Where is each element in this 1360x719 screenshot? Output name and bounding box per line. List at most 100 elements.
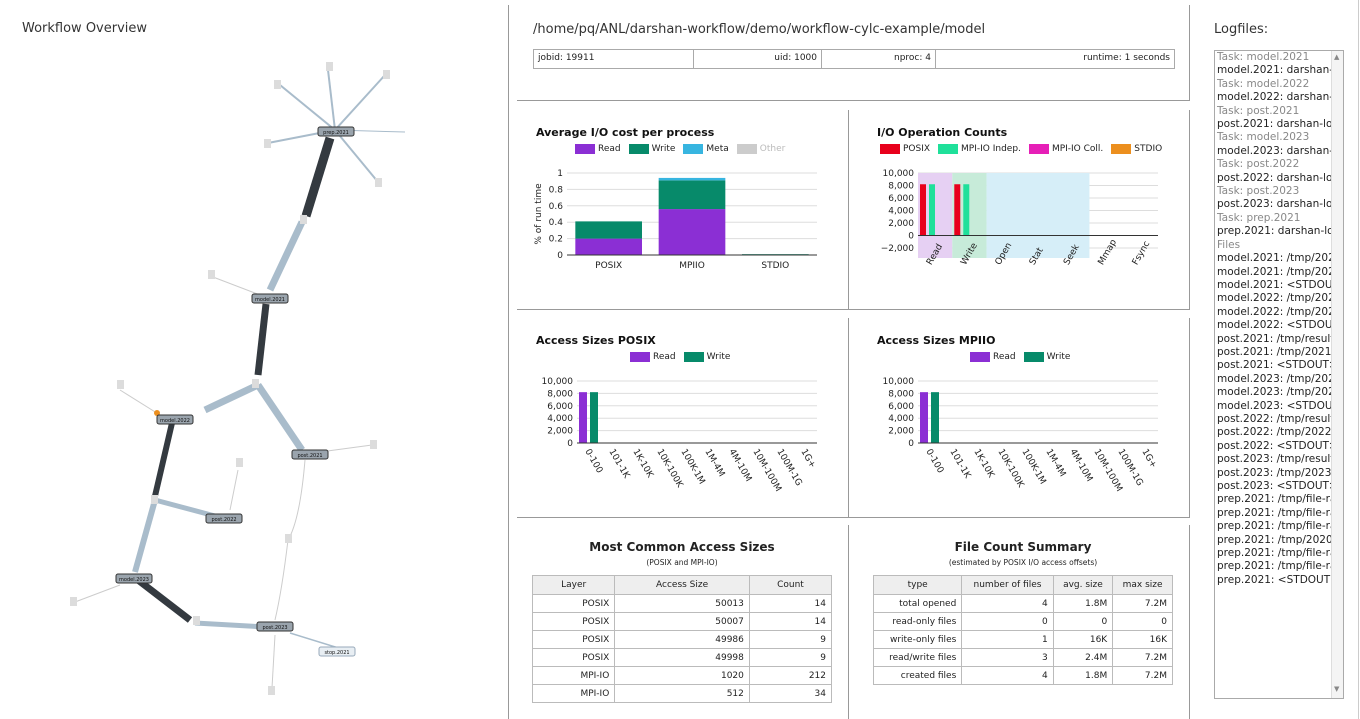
x-tick-label: STDIO <box>761 261 789 271</box>
legend-posix[interactable]: POSIX <box>880 144 930 154</box>
write-swatch <box>683 352 704 362</box>
common-sizes-subtitle: (POSIX and MPI-IO) <box>646 558 718 567</box>
table-row: read-only files 0 0 0 <box>872 612 1173 631</box>
logfile-option[interactable]: model.2022: /tmp/2022.ch <box>1215 292 1332 305</box>
workflow-graph[interactable]: prep.2021 model.2021 model.2022 post.2021 po… <box>0 40 500 715</box>
y-tick-label: 2,000 <box>888 427 914 437</box>
table-cell: 50007 <box>614 612 750 631</box>
legend-mpiio-write[interactable]: Write <box>1023 352 1070 362</box>
file-count-header: type <box>872 575 963 595</box>
logfile-option[interactable]: post.2023: <STDOUT> <box>1215 480 1332 493</box>
logfile-option[interactable]: post.2022: /tmp/2022.chec <box>1215 426 1332 439</box>
logfile-option[interactable]: prep.2021: /tmp/file-raw3 <box>1215 507 1332 520</box>
logfile-option[interactable]: post.2023: /tmp/2023.chec <box>1215 467 1332 480</box>
table-cell: read/write files <box>872 648 963 667</box>
logfile-option[interactable]: post.2021: /tmp/result.pos <box>1215 333 1332 346</box>
io-cost-legend: Read Write Meta Other <box>575 144 785 154</box>
common-sizes-title: Most Common Access Sizes <box>589 540 775 554</box>
legend-posix-read[interactable]: Read <box>630 352 676 362</box>
file-count-header: avg. size <box>1052 575 1114 595</box>
logfiles-scrollbar[interactable]: ▲ ▼ <box>1331 51 1343 698</box>
legend-read[interactable]: Read <box>575 144 621 154</box>
bar-write <box>658 180 726 210</box>
y-tick-label: 0 <box>908 439 914 449</box>
legend-other[interactable]: Other <box>736 144 786 154</box>
logfile-option[interactable]: prep.2021: /tmp/file-raw4 <box>1215 560 1332 573</box>
logfile-option[interactable]: model.2022: <STDOUT> <box>1215 319 1332 332</box>
logfile-group-header: Task: model.2022 <box>1217 77 1310 90</box>
legend-other-label: Other <box>759 144 786 154</box>
x-tick-label: 4M-10M <box>726 448 753 484</box>
logfile-option[interactable]: prep.2021: /tmp/file-raw5 <box>1215 520 1332 533</box>
y-tick-label: 4,000 <box>547 414 573 424</box>
logfile-option[interactable]: post.2021: /tmp/2021.chec <box>1215 346 1332 359</box>
op-counts-legend: POSIX MPI-IO Indep. MPI-IO Coll. STDIO <box>880 144 1162 154</box>
table-cell: POSIX <box>531 648 616 667</box>
legend-mpiio-read[interactable]: Read <box>970 352 1016 362</box>
table-cell: 1.8M <box>1052 666 1114 685</box>
logfile-option[interactable]: model.2023: <STDOUT> <box>1215 400 1332 413</box>
divider-center-2 <box>848 318 849 518</box>
logfile-option[interactable]: prep.2021: darshan-logs <box>1215 225 1332 238</box>
x-tick-label: Mmap <box>1097 238 1120 267</box>
write-swatch <box>628 144 649 154</box>
table-row: POSIX 49998 9 <box>531 648 833 667</box>
table-cell: 49998 <box>614 648 750 667</box>
logfile-option[interactable]: post.2023: /tmp/result.pos <box>1215 453 1332 466</box>
y-tick-label: 2,000 <box>547 427 573 437</box>
y-tick-label: 0 <box>567 439 573 449</box>
jobid-cell: jobid: 19911 <box>534 50 694 68</box>
posix-sizes-title: Access Sizes POSIX <box>536 334 656 347</box>
y-tick-label: 8,000 <box>888 182 914 192</box>
logfile-option[interactable]: post.2022: /tmp/result.pos <box>1215 413 1332 426</box>
legend-mpiio-indep[interactable]: MPI-IO Indep. <box>938 144 1021 154</box>
table-row: read/write files 3 2.4M 7.2M <box>872 648 1173 667</box>
logfile-option[interactable]: post.2022: darshan-logs <box>1215 172 1332 185</box>
logfile-option[interactable]: prep.2021: /tmp/file-raw2 <box>1215 493 1332 506</box>
workflow-title: Workflow Overview <box>22 21 148 36</box>
legend-meta[interactable]: Meta <box>683 144 729 154</box>
workflow-node-label: post.2023 <box>262 625 287 631</box>
logfile-option[interactable]: model.2022: /tmp/2021.ch <box>1215 306 1332 319</box>
logfile-option[interactable]: post.2021: <STDOUT> <box>1215 359 1332 372</box>
table-cell: 7.2M <box>1112 666 1173 685</box>
logfile-option[interactable]: model.2021: /tmp/2020.ch <box>1215 252 1332 265</box>
logfile-option[interactable]: model.2022: darshan-logs <box>1215 91 1332 104</box>
logfile-option[interactable]: post.2021: darshan-logs <box>1215 118 1332 131</box>
logfile-option[interactable]: prep.2021: /tmp/file-raw1 <box>1215 547 1332 560</box>
table-cell: POSIX <box>531 630 616 649</box>
divider-right-bottom <box>1189 525 1190 719</box>
logfile-option[interactable]: model.2023: /tmp/2023.ch <box>1215 373 1332 386</box>
logfile-option[interactable]: post.2022: <STDOUT> <box>1215 440 1332 453</box>
bar-mpi-io-indep- <box>929 184 935 236</box>
x-tick-label: Fsync <box>1131 240 1153 267</box>
table-cell: created files <box>872 666 963 685</box>
table-cell: 16K <box>1112 630 1173 649</box>
logfiles-listbox[interactable]: Task: model.2021model.2021: darshan-logs… <box>1214 50 1344 699</box>
posix-sizes-legend: Read Write <box>630 352 730 362</box>
logfile-option[interactable]: prep.2021: <STDOUT> <box>1215 574 1332 587</box>
legend-posix-write[interactable]: Write <box>683 352 730 362</box>
logfile-option[interactable]: model.2023: darshan-logs <box>1215 145 1332 158</box>
logfile-option[interactable]: prep.2021: /tmp/2020.chec <box>1215 534 1332 547</box>
logfile-option[interactable]: model.2021: /tmp/2021.ch <box>1215 266 1332 279</box>
bar-posix <box>920 184 926 236</box>
y-tick-label: 2,000 <box>888 219 914 229</box>
read-swatch <box>970 352 990 362</box>
legend-stdio[interactable]: STDIO <box>1111 144 1162 154</box>
y-tick-label: 4,000 <box>888 207 914 217</box>
table-cell: MPI-IO <box>531 684 616 703</box>
io-cost-chart: 0 0.2 0.4 0.6 0.8 1 POSIX MPIIO STDIO % of run ti… <box>534 169 817 271</box>
legend-write[interactable]: Write <box>628 144 675 154</box>
logfile-option[interactable]: model.2021: darshan-logs <box>1215 64 1332 77</box>
scroll-up-icon[interactable]: ▲ <box>1334 51 1339 64</box>
logfile-option[interactable]: post.2023: darshan-logs <box>1215 198 1332 211</box>
logfile-option[interactable]: model.2021: <STDOUT> <box>1215 279 1332 292</box>
table-cell: 4 <box>961 594 1054 613</box>
logfile-option[interactable]: model.2023: /tmp/2022.ch <box>1215 386 1332 399</box>
y-tick-label: −2,000 <box>881 244 915 254</box>
legend-mpiio-coll[interactable]: MPI-IO Coll. <box>1028 144 1103 154</box>
divider-right-top <box>1189 5 1190 100</box>
scroll-down-icon[interactable]: ▼ <box>1334 683 1339 696</box>
bar-read <box>920 392 928 443</box>
